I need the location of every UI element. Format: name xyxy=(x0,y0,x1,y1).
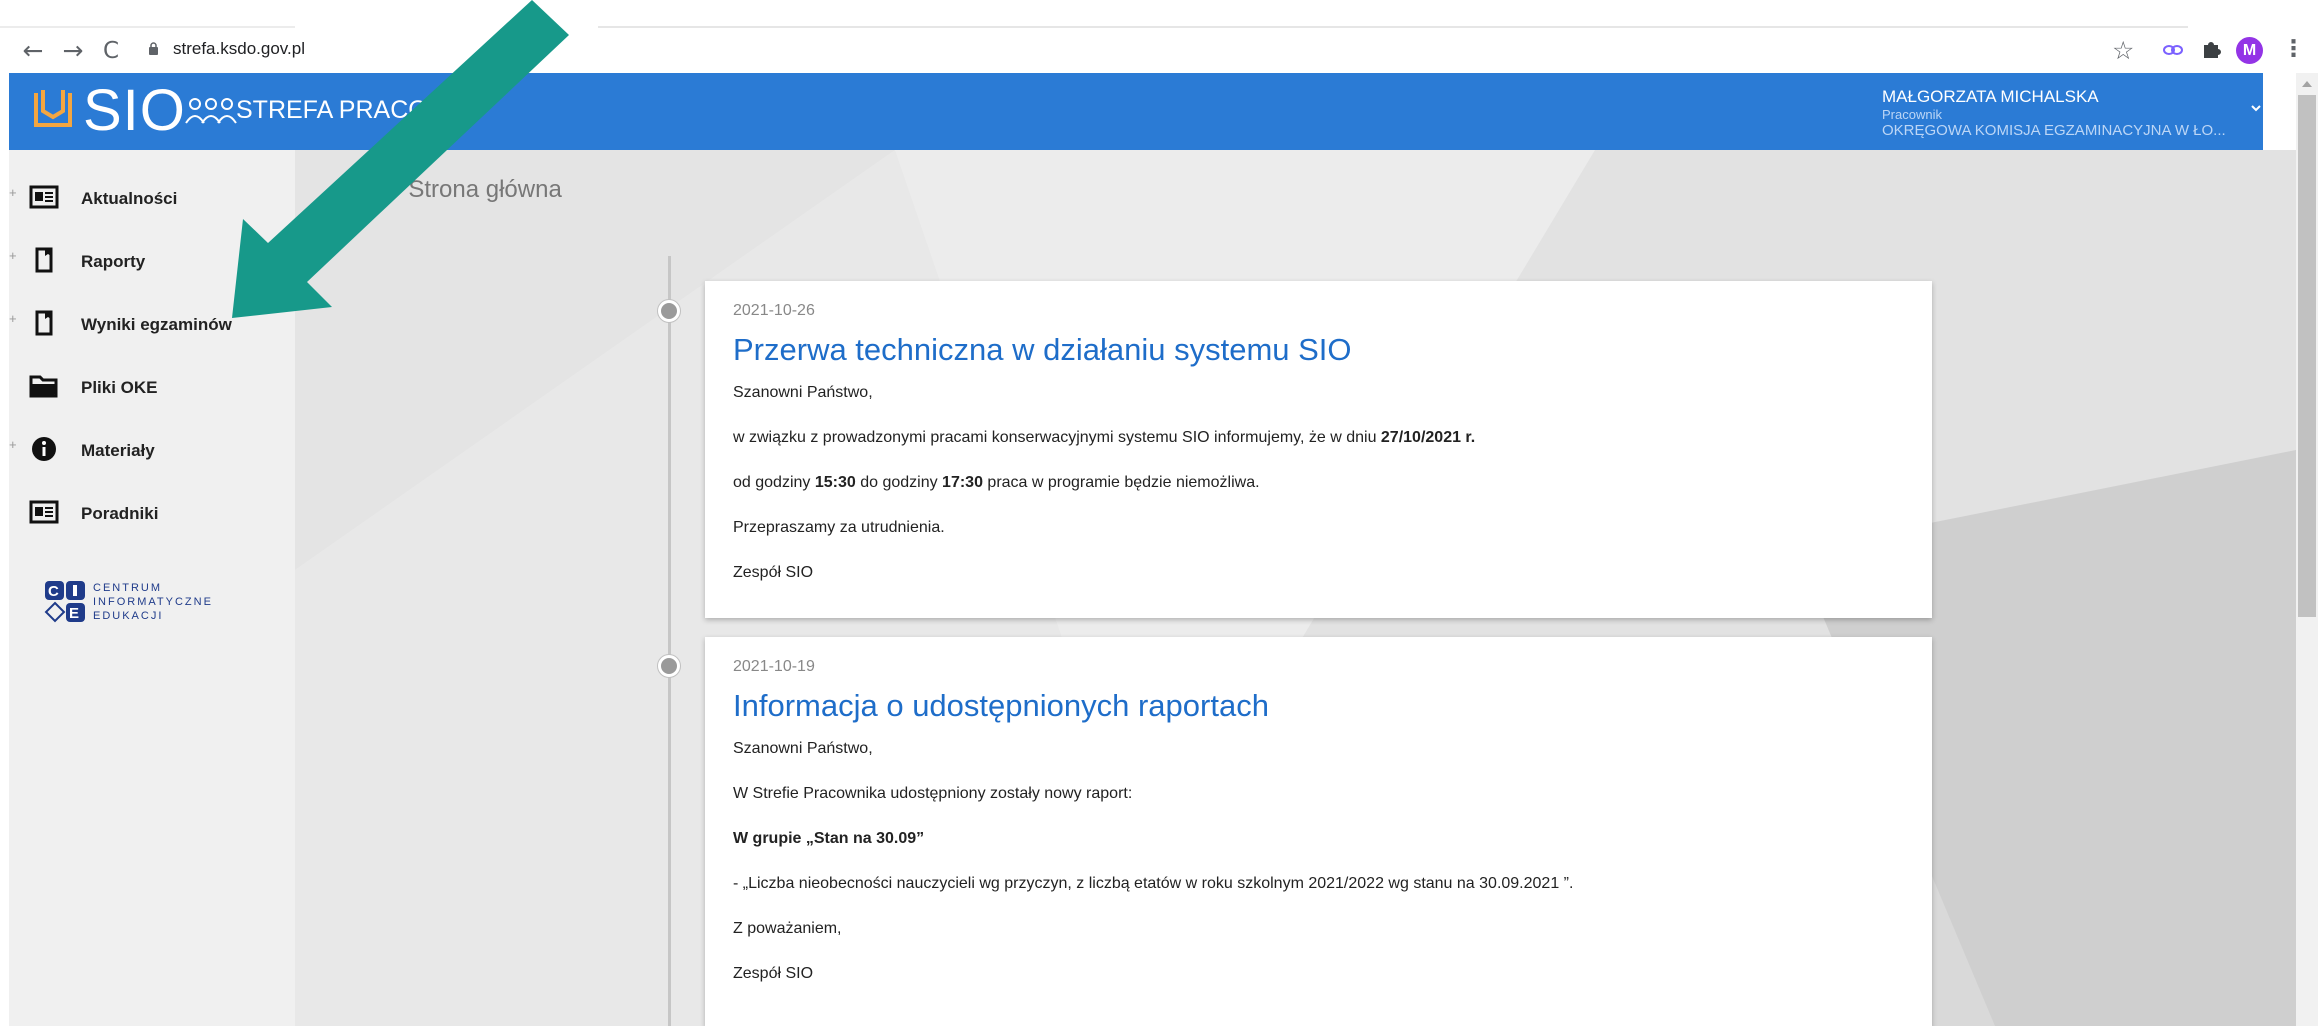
news-closing: Z poważaniem, xyxy=(733,920,842,937)
breadcrumb-home-link[interactable]: a xyxy=(375,176,388,203)
cie-logo-line1: CENTRUM xyxy=(93,582,162,594)
info-icon xyxy=(32,437,56,461)
svg-text:E: E xyxy=(69,605,79,622)
sidebar-item-label: Materiały xyxy=(81,441,155,460)
timeline-line xyxy=(668,256,671,1026)
chevron-down-icon[interactable] xyxy=(2249,101,2263,115)
breadcrumb: a / Strona główna xyxy=(375,176,562,204)
lock-icon xyxy=(149,42,158,55)
screen: ← → C strefa.ksdo.gov.pl ☆ M ⋮ SIO STREF… xyxy=(0,0,2318,1026)
more-menu-icon[interactable]: ⋮ xyxy=(2282,36,2305,62)
sidebar-item-label: Raporty xyxy=(81,252,146,271)
cie-logo-line3: EDUKACJI xyxy=(93,610,163,622)
forward-icon[interactable]: → xyxy=(58,36,88,66)
tab-strip-edge xyxy=(0,26,295,28)
back-icon[interactable]: ← xyxy=(18,36,48,66)
news-title[interactable]: Przerwa techniczna w działaniu systemu S… xyxy=(733,332,1352,368)
expand-plus-icon[interactable]: + xyxy=(9,185,17,200)
app-header: SIO STREFA PRACO MAŁGORZATA MICHALSKA Pr… xyxy=(9,73,2263,150)
user-organization: OKRĘGOWA KOMISJA EGZAMINACYJNA W ŁO... xyxy=(1882,122,2226,139)
news-greeting: Szanowni Państwo, xyxy=(733,740,873,757)
news-icon xyxy=(29,500,59,524)
sidebar-item-poradniki[interactable]: Poradniki xyxy=(9,490,295,538)
sidebar-item-label: Pliki OKE xyxy=(81,378,158,397)
breadcrumb-separator: / xyxy=(395,176,402,203)
news-card: 2021-10-19 Informacja o udostępnionych r… xyxy=(705,637,1932,1026)
extension-icon[interactable] xyxy=(2162,41,2184,59)
news-text: od godziny 15:30 do godziny 17:30 praca … xyxy=(733,474,1260,491)
sidebar-item-aktualnosci[interactable]: + Aktualności xyxy=(9,175,295,223)
news-date: 2021-10-19 xyxy=(733,658,815,675)
news-greeting: Szanowni Państwo, xyxy=(733,384,873,401)
news-text: Przepraszamy za utrudnienia. xyxy=(733,519,945,536)
svg-text:C: C xyxy=(48,583,59,600)
main-content: a / Strona główna 2021-10-26 Przerwa tec… xyxy=(295,150,2296,1026)
sidebar-item-label: Poradniki xyxy=(81,504,159,523)
news-signature: Zespół SIO xyxy=(733,965,814,982)
news-text: w związku z prowadzonymi pracami konserw… xyxy=(733,429,1476,446)
news-text: - „Liczba nieobecności nauczycieli wg pr… xyxy=(733,875,1574,892)
user-name[interactable]: MAŁGORZATA MICHALSKA xyxy=(1882,87,2099,107)
news-card: 2021-10-26 Przerwa techniczna w działani… xyxy=(705,281,1932,618)
news-date: 2021-10-26 xyxy=(733,302,815,319)
sidebar-item-materialy[interactable]: + Materiały xyxy=(9,427,295,475)
news-icon xyxy=(29,185,59,209)
timeline-dot xyxy=(658,655,680,677)
browser-toolbar: ← → C strefa.ksdo.gov.pl ☆ M ⋮ xyxy=(0,0,2318,73)
reload-icon[interactable]: C xyxy=(96,36,126,66)
profile-avatar[interactable]: M xyxy=(2236,37,2263,64)
document-icon xyxy=(35,310,53,336)
sidebar-item-pliki-oke[interactable]: Pliki OKE xyxy=(9,364,295,412)
news-text: W grupie „Stan na 30.09” xyxy=(733,830,925,847)
news-signature: Zespół SIO xyxy=(733,564,814,581)
sidebar-item-wyniki-egzaminow[interactable]: + Wyniki egzaminów xyxy=(9,301,295,349)
people-icon xyxy=(185,98,237,124)
scrollbar-thumb[interactable] xyxy=(2298,95,2316,617)
zone-title: STREFA PRACO xyxy=(236,96,428,124)
sidebar-item-label: Wyniki egzaminów xyxy=(81,315,232,334)
breadcrumb-current: Strona główna xyxy=(408,176,562,203)
news-title[interactable]: Informacja o udostępnionych raportach xyxy=(733,688,1269,724)
expand-plus-icon[interactable]: + xyxy=(9,437,17,452)
app-logo-text[interactable]: SIO xyxy=(83,77,186,144)
expand-plus-icon[interactable]: + xyxy=(9,248,17,263)
address-bar[interactable]: strefa.ksdo.gov.pl xyxy=(173,39,305,59)
news-text: W Strefie Pracownika udostępniony został… xyxy=(733,785,1133,802)
tab-strip-edge xyxy=(598,26,2188,28)
sidebar-item-raporty[interactable]: + Raporty xyxy=(9,238,295,286)
cie-logo-line2: INFORMATYCZNE xyxy=(93,596,213,608)
puzzle-icon[interactable] xyxy=(2200,38,2222,60)
timeline-dot xyxy=(658,300,680,322)
sidebar-item-label: Aktualności xyxy=(81,189,178,208)
sidebar: + Aktualności + Raporty + Wyniki egzamin… xyxy=(9,150,295,1026)
user-role: Pracownik xyxy=(1882,107,1942,122)
document-icon xyxy=(35,247,53,273)
cie-partner-logo[interactable]: C E CENTRUM INFORMATYCZNE EDUKACJI xyxy=(37,577,277,637)
folder-icon xyxy=(29,375,58,398)
expand-plus-icon[interactable]: + xyxy=(9,311,17,326)
scroll-up-arrow-icon[interactable] xyxy=(2301,80,2313,88)
sio-logo-icon[interactable] xyxy=(33,87,73,129)
bookmark-star-icon[interactable]: ☆ xyxy=(2112,36,2134,65)
